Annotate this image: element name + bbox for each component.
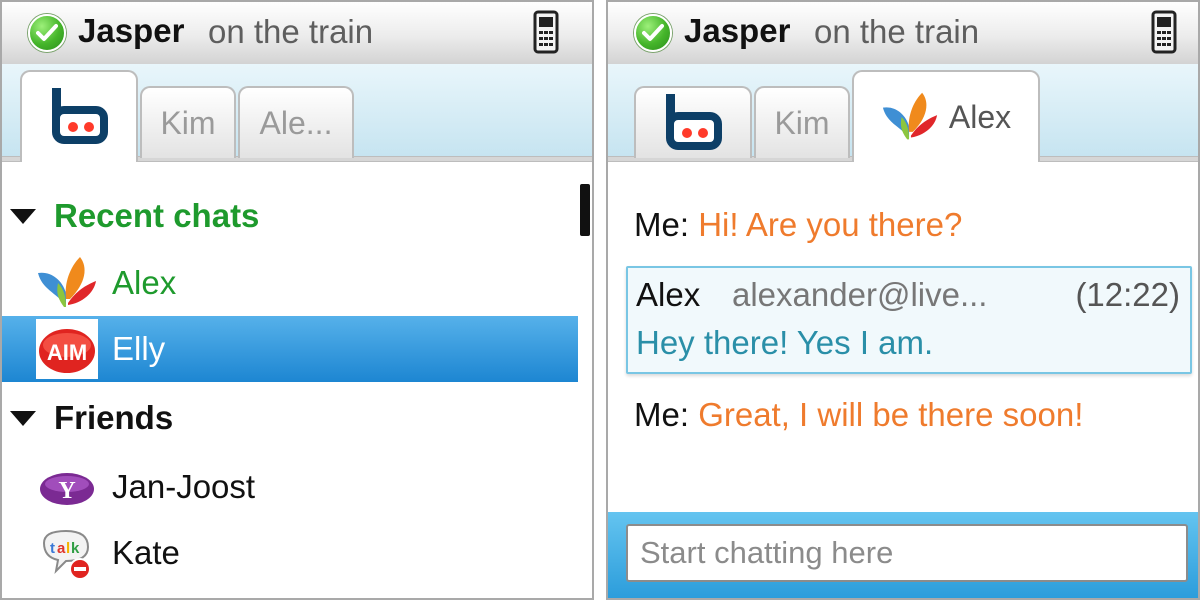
bebo-logo-icon (48, 88, 110, 146)
svg-text:Y: Y (58, 478, 75, 504)
status-name: Jasper (78, 12, 185, 49)
message-text: Hi! Are you there? (698, 206, 963, 243)
group-friends[interactable]: Friends (10, 388, 173, 448)
message-incoming[interactable]: Alex alexander@live... (12:22) Hey there… (626, 266, 1192, 374)
bebo-logo-icon (662, 94, 724, 152)
status-name: Jasper (684, 12, 791, 49)
contact-row-elly[interactable]: AIM Elly (2, 316, 580, 382)
tab-alex[interactable]: Alex (852, 70, 1040, 162)
group-title: Friends (54, 399, 174, 436)
contact-row-jan-joost[interactable]: Y Jan-Joost (2, 454, 580, 520)
contact-name: Elly (112, 330, 166, 367)
message-text: Great, I will be there soon! (698, 396, 1084, 433)
check-circle-icon (28, 14, 66, 52)
message-sender: Me: (634, 396, 690, 433)
group-recent-chats[interactable]: Recent chats (10, 186, 259, 246)
message-timestamp: (12:22) (1075, 276, 1180, 313)
collapse-triangle-icon (10, 208, 36, 224)
message-outgoing: Me: Great, I will be there soon! (634, 396, 1083, 434)
svg-text:t: t (50, 540, 55, 557)
scrollbar[interactable] (578, 182, 592, 598)
message-sender: Me: (634, 206, 690, 243)
svg-text:l: l (66, 540, 70, 557)
check-circle-icon (634, 14, 672, 52)
group-title: Recent chats (54, 197, 260, 234)
svg-text:k: k (71, 540, 80, 557)
contact-list-screen: Jasper on the train Kim Ale... Recent ch… (0, 0, 594, 600)
svg-text:AIM: AIM (47, 340, 87, 365)
chat-input-bar (608, 512, 1198, 598)
mobile-phone-icon (533, 10, 559, 54)
chat-input[interactable] (626, 524, 1188, 582)
tab-alex[interactable]: Ale... (238, 86, 354, 158)
contact-name: Kate (112, 534, 180, 571)
message-outgoing: Me: Hi! Are you there? (634, 206, 962, 244)
message-text: Hey there! Yes I am. (636, 324, 934, 361)
message-sender-address: alexander@live... (732, 276, 988, 313)
tab-kim[interactable]: Kim (140, 86, 236, 158)
tab-bebo[interactable] (634, 86, 752, 158)
tab-bebo[interactable] (20, 70, 138, 162)
tab-kim-label: Kim (774, 104, 830, 141)
status-bar[interactable]: Jasper on the train (2, 2, 592, 65)
status-bar[interactable]: Jasper on the train (608, 2, 1198, 65)
mobile-phone-icon (1151, 10, 1177, 54)
status-message: on the train (814, 13, 980, 50)
msn-butterfly-icon (38, 257, 96, 307)
chat-screen: Jasper on the train Kim Alex Me: Hi! Are (606, 0, 1200, 600)
contact-name: Jan-Joost (112, 468, 256, 505)
status-message: on the train (208, 13, 374, 50)
svg-text:a: a (57, 540, 66, 557)
collapse-triangle-icon (10, 410, 36, 426)
contact-name: Alex (112, 264, 177, 301)
tab-kim-label: Kim (160, 104, 216, 141)
scrollbar-thumb[interactable] (580, 184, 590, 236)
contact-row-kate[interactable]: t a l k Kate (2, 520, 580, 586)
gtalk-icon: t a l k (42, 529, 91, 580)
contact-list: Recent chats Alex AIM Elly Friends Y Jan… (2, 182, 580, 598)
aim-icon: AIM (36, 319, 98, 379)
msn-butterfly-icon (882, 92, 937, 140)
contact-row-alex[interactable]: Alex (2, 250, 580, 316)
message-sender: Alex (636, 276, 701, 313)
tab-alex-label: Alex (948, 98, 1012, 135)
tab-alex-label: Ale... (259, 104, 333, 141)
tab-kim[interactable]: Kim (754, 86, 850, 158)
yahoo-icon: Y (40, 473, 94, 505)
